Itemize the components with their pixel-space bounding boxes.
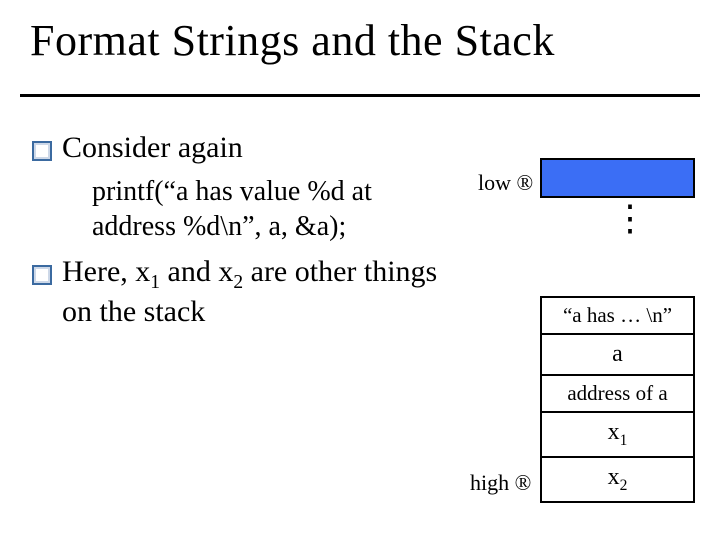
label-low: low ® <box>478 170 533 196</box>
bullet-1: Consider again <box>32 130 452 166</box>
stack-table: “a has … \n” a address of a x1 x2 <box>540 296 695 503</box>
slide: Format Strings and the Stack Consider ag… <box>0 0 720 540</box>
x2-pre: x <box>608 464 620 490</box>
b2-sub2: 2 <box>233 272 243 293</box>
title-divider <box>20 94 700 97</box>
stack-cell-x2: x2 <box>542 458 693 501</box>
b2-sub1: 1 <box>150 272 160 293</box>
x1-sub: 1 <box>620 432 628 449</box>
bullet-2: Here, x1 and x2 are other things on the … <box>32 254 452 330</box>
bullet-icon <box>32 141 52 161</box>
bullet-1-text: Consider again <box>62 130 452 166</box>
code-snippet: printf(“a has value %d at address %d\n”,… <box>92 174 452 244</box>
bullet-icon <box>32 265 52 285</box>
bullet-2-text: Here, x1 and x2 are other things on the … <box>62 254 452 330</box>
stack-cell-format-string: “a has … \n” <box>542 298 693 335</box>
b2-part1: Here, x <box>62 255 150 288</box>
slide-title: Format Strings and the Stack <box>30 18 690 64</box>
stack-cell-a: a <box>542 335 693 375</box>
stack-cell-addr-a: address of a <box>542 376 693 413</box>
stack-top-box <box>540 158 695 198</box>
b2-part2: and x <box>160 255 233 288</box>
vertical-ellipsis: ⋮ <box>612 210 648 226</box>
x2-sub: 2 <box>620 477 628 494</box>
stack-cell-x1: x1 <box>542 413 693 458</box>
slide-body: Consider again printf(“a has value %d at… <box>32 130 452 338</box>
x1-pre: x <box>608 419 620 445</box>
label-high: high ® <box>470 470 531 496</box>
